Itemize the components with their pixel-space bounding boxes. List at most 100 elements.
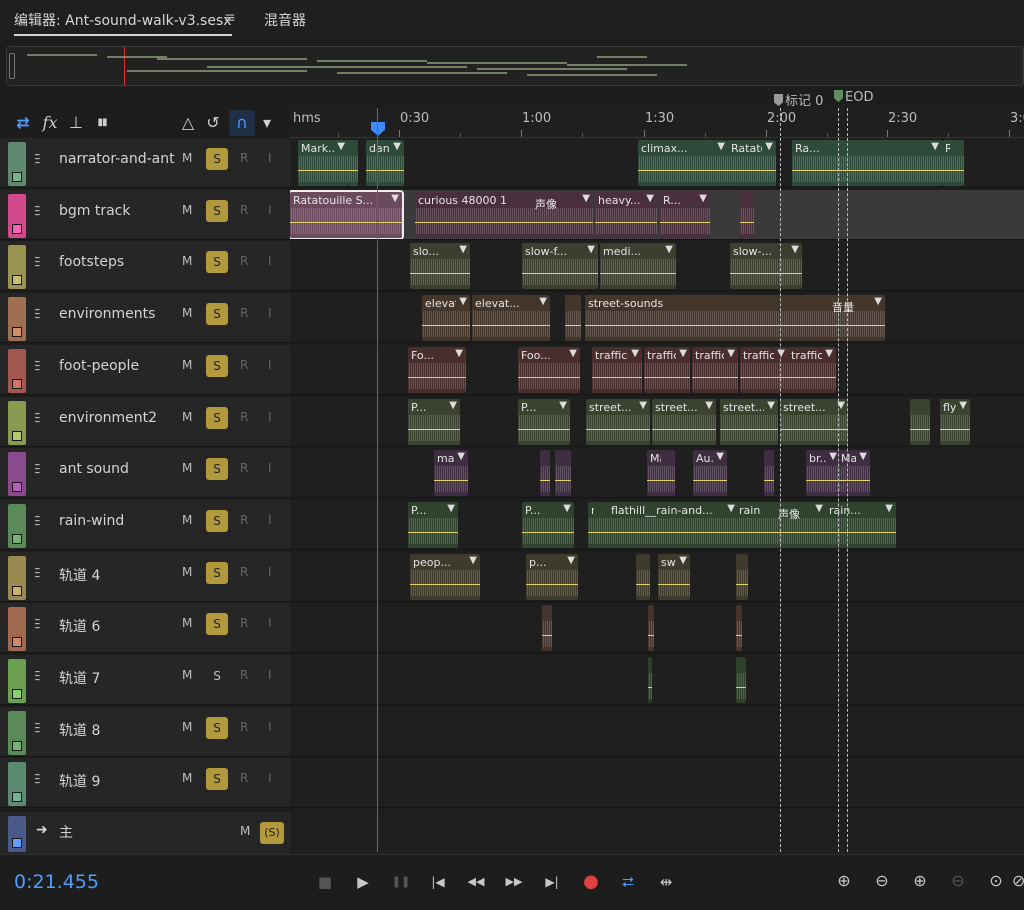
input-monitor-button[interactable]: I	[268, 771, 272, 785]
audio-clip[interactable]: Ra... ▼	[792, 140, 942, 186]
track-header[interactable]: ⫶⫶⫶ bgm track M S R I	[0, 189, 290, 240]
solo-button[interactable]: S	[206, 716, 228, 739]
clip-volume-line[interactable]	[838, 480, 870, 482]
clip-menu-icon[interactable]: ▼	[679, 348, 687, 359]
record-arm-button[interactable]: R	[240, 565, 248, 579]
audio-clip[interactable]: medi... ▼	[600, 243, 676, 290]
track-lane[interactable]: peop...▼p...▼swi...▼	[290, 551, 1024, 602]
clip-menu-icon[interactable]: ▼	[337, 141, 345, 152]
clip-volume-line[interactable]	[422, 325, 470, 327]
clip-volume-line[interactable]	[542, 635, 552, 637]
audio-clip[interactable]: traffic-...▼	[592, 346, 642, 393]
clip-volume-line[interactable]	[636, 583, 650, 585]
audio-clip[interactable]	[736, 553, 748, 600]
audio-clip[interactable]: danger 48...▼	[366, 140, 404, 186]
track-header[interactable]: ⫶⫶⫶ environment2 M S R I	[0, 396, 290, 447]
clip-menu-icon[interactable]: ▼	[639, 400, 647, 411]
solo-button[interactable]: S	[206, 406, 228, 429]
clip-menu-icon[interactable]: ▼	[459, 296, 467, 307]
track-header[interactable]: ⫶⫶⫶ 轨道 9 M S R I	[0, 758, 290, 809]
track-color-bar[interactable]	[8, 297, 26, 342]
track-header[interactable]: ⫶⫶⫶ 轨道 8 M S R I	[0, 706, 290, 757]
clip-menu-icon[interactable]: ▼	[959, 400, 967, 411]
skip-selection-button[interactable]: ⇹	[653, 869, 679, 895]
clip-volume-line[interactable]	[565, 325, 581, 327]
zoom-out-time-button[interactable]: ⊖	[944, 867, 972, 895]
clip-menu-icon[interactable]: ▼	[582, 193, 590, 204]
audio-clip[interactable]: slow-f... ▼	[522, 243, 598, 290]
clip-volume-line[interactable]	[408, 531, 458, 533]
track-name[interactable]: bgm track	[59, 203, 131, 219]
audio-clip[interactable]: flathill__rain-and... ▼	[608, 501, 738, 548]
record-arm-button[interactable]: R	[240, 771, 248, 785]
clip-volume-line[interactable]	[764, 480, 774, 482]
audio-clip[interactable]: nar...	[348, 140, 358, 186]
play-button[interactable]: ▶	[350, 869, 376, 895]
clip-volume-line[interactable]	[522, 273, 598, 275]
audio-clip[interactable]: r...	[588, 501, 608, 548]
audio-clip[interactable]: Ma...▼	[838, 450, 870, 497]
clip-menu-icon[interactable]: ▼	[777, 348, 785, 359]
track-header[interactable]: ⫶⫶⫶ footsteps M S R I	[0, 241, 290, 292]
track-lane[interactable]	[290, 603, 1024, 654]
clip-volume-line[interactable]	[348, 170, 358, 171]
audio-clip[interactable]: Ratatouille S... ▼	[290, 189, 404, 239]
input-monitor-button[interactable]: I	[268, 358, 272, 372]
solo-button[interactable]: S	[206, 458, 228, 481]
mute-button[interactable]: M	[182, 720, 192, 734]
clip-volume-line[interactable]	[638, 170, 728, 171]
clip-menu-icon[interactable]: ▼	[559, 400, 567, 411]
track-lane[interactable]: Fo...▼Foo...▼traffic-...▼traffic-...▼tra…	[290, 344, 1024, 395]
input-monitor-button[interactable]: I	[268, 203, 272, 217]
solo-button[interactable]: S	[206, 509, 228, 532]
mute-button[interactable]: M	[182, 254, 192, 268]
clip-volume-line[interactable]	[644, 376, 690, 378]
session-overview[interactable]	[6, 46, 1024, 86]
zoom-full-button[interactable]: ⊘	[1012, 867, 1024, 895]
track-header[interactable]: ⫶⫶⫶ foot-people M S R I	[0, 344, 290, 395]
clip-menu-icon[interactable]: ▼	[885, 503, 893, 514]
clip-menu-icon[interactable]: ▼	[874, 296, 882, 307]
clip-volume-line[interactable]	[728, 170, 776, 171]
clip-volume-line[interactable]	[522, 531, 574, 533]
tab-mixer[interactable]: 混音器	[264, 10, 306, 30]
clip-volume-line[interactable]	[434, 480, 468, 482]
record-arm-button[interactable]: R	[240, 513, 248, 527]
track-color-bar[interactable]	[8, 400, 26, 445]
mute-button[interactable]: M	[182, 565, 192, 579]
audio-clip[interactable]: street... ▼	[652, 398, 716, 445]
audio-clip[interactable]: Fo... ▼	[408, 346, 466, 393]
clip-volume-line[interactable]	[586, 428, 650, 430]
clip-volume-line[interactable]	[408, 428, 460, 430]
track-color-bar[interactable]	[8, 193, 26, 238]
audio-clip[interactable]: slo... ▼	[410, 243, 470, 290]
clip-volume-line[interactable]	[720, 428, 778, 430]
track-lane[interactable]: elevat...▼elevat...▼street-sounds▼音量	[290, 293, 1024, 344]
track-color-bar[interactable]	[8, 452, 26, 497]
record-arm-button[interactable]: R	[240, 358, 248, 372]
audio-clip[interactable]: R... ▼	[660, 191, 710, 238]
input-monitor-button[interactable]: I	[268, 151, 272, 165]
clip-volume-line[interactable]	[410, 583, 480, 585]
clip-volume-line[interactable]	[736, 687, 746, 688]
loop-timer-icon[interactable]: ↺	[203, 110, 223, 136]
clip-volume-line[interactable]	[693, 480, 727, 482]
audio-clip[interactable]: p... ▼	[526, 553, 578, 600]
track-header[interactable]: ⫶⫶⫶ 轨道 6 M S R I	[0, 603, 290, 654]
clip-volume-line[interactable]	[526, 583, 578, 585]
clip-menu-icon[interactable]: ▼	[815, 503, 823, 514]
audio-clip[interactable]: street... ▼	[586, 398, 650, 445]
clip-volume-line[interactable]	[652, 428, 716, 430]
clip-menu-icon[interactable]: ▼	[459, 244, 467, 255]
clip-volume-line[interactable]	[692, 376, 738, 378]
clip-menu-icon[interactable]: ▼	[469, 555, 477, 566]
track-header[interactable]: ⫶⫶⫶ 轨道 4 M S R I	[0, 551, 290, 602]
track-color-bar[interactable]	[8, 607, 26, 652]
switch-icon[interactable]: ⇄	[10, 110, 36, 136]
clip-menu-icon[interactable]: ▼	[716, 451, 724, 462]
track-color-bar[interactable]	[8, 245, 26, 290]
pause-button[interactable]: ❚❚	[388, 869, 414, 895]
audio-clip[interactable]: curious 48000 1 ▼	[415, 191, 593, 238]
audio-clip[interactable]: street... ▼	[720, 398, 778, 445]
audio-clip[interactable]: P... ▼	[518, 398, 570, 445]
